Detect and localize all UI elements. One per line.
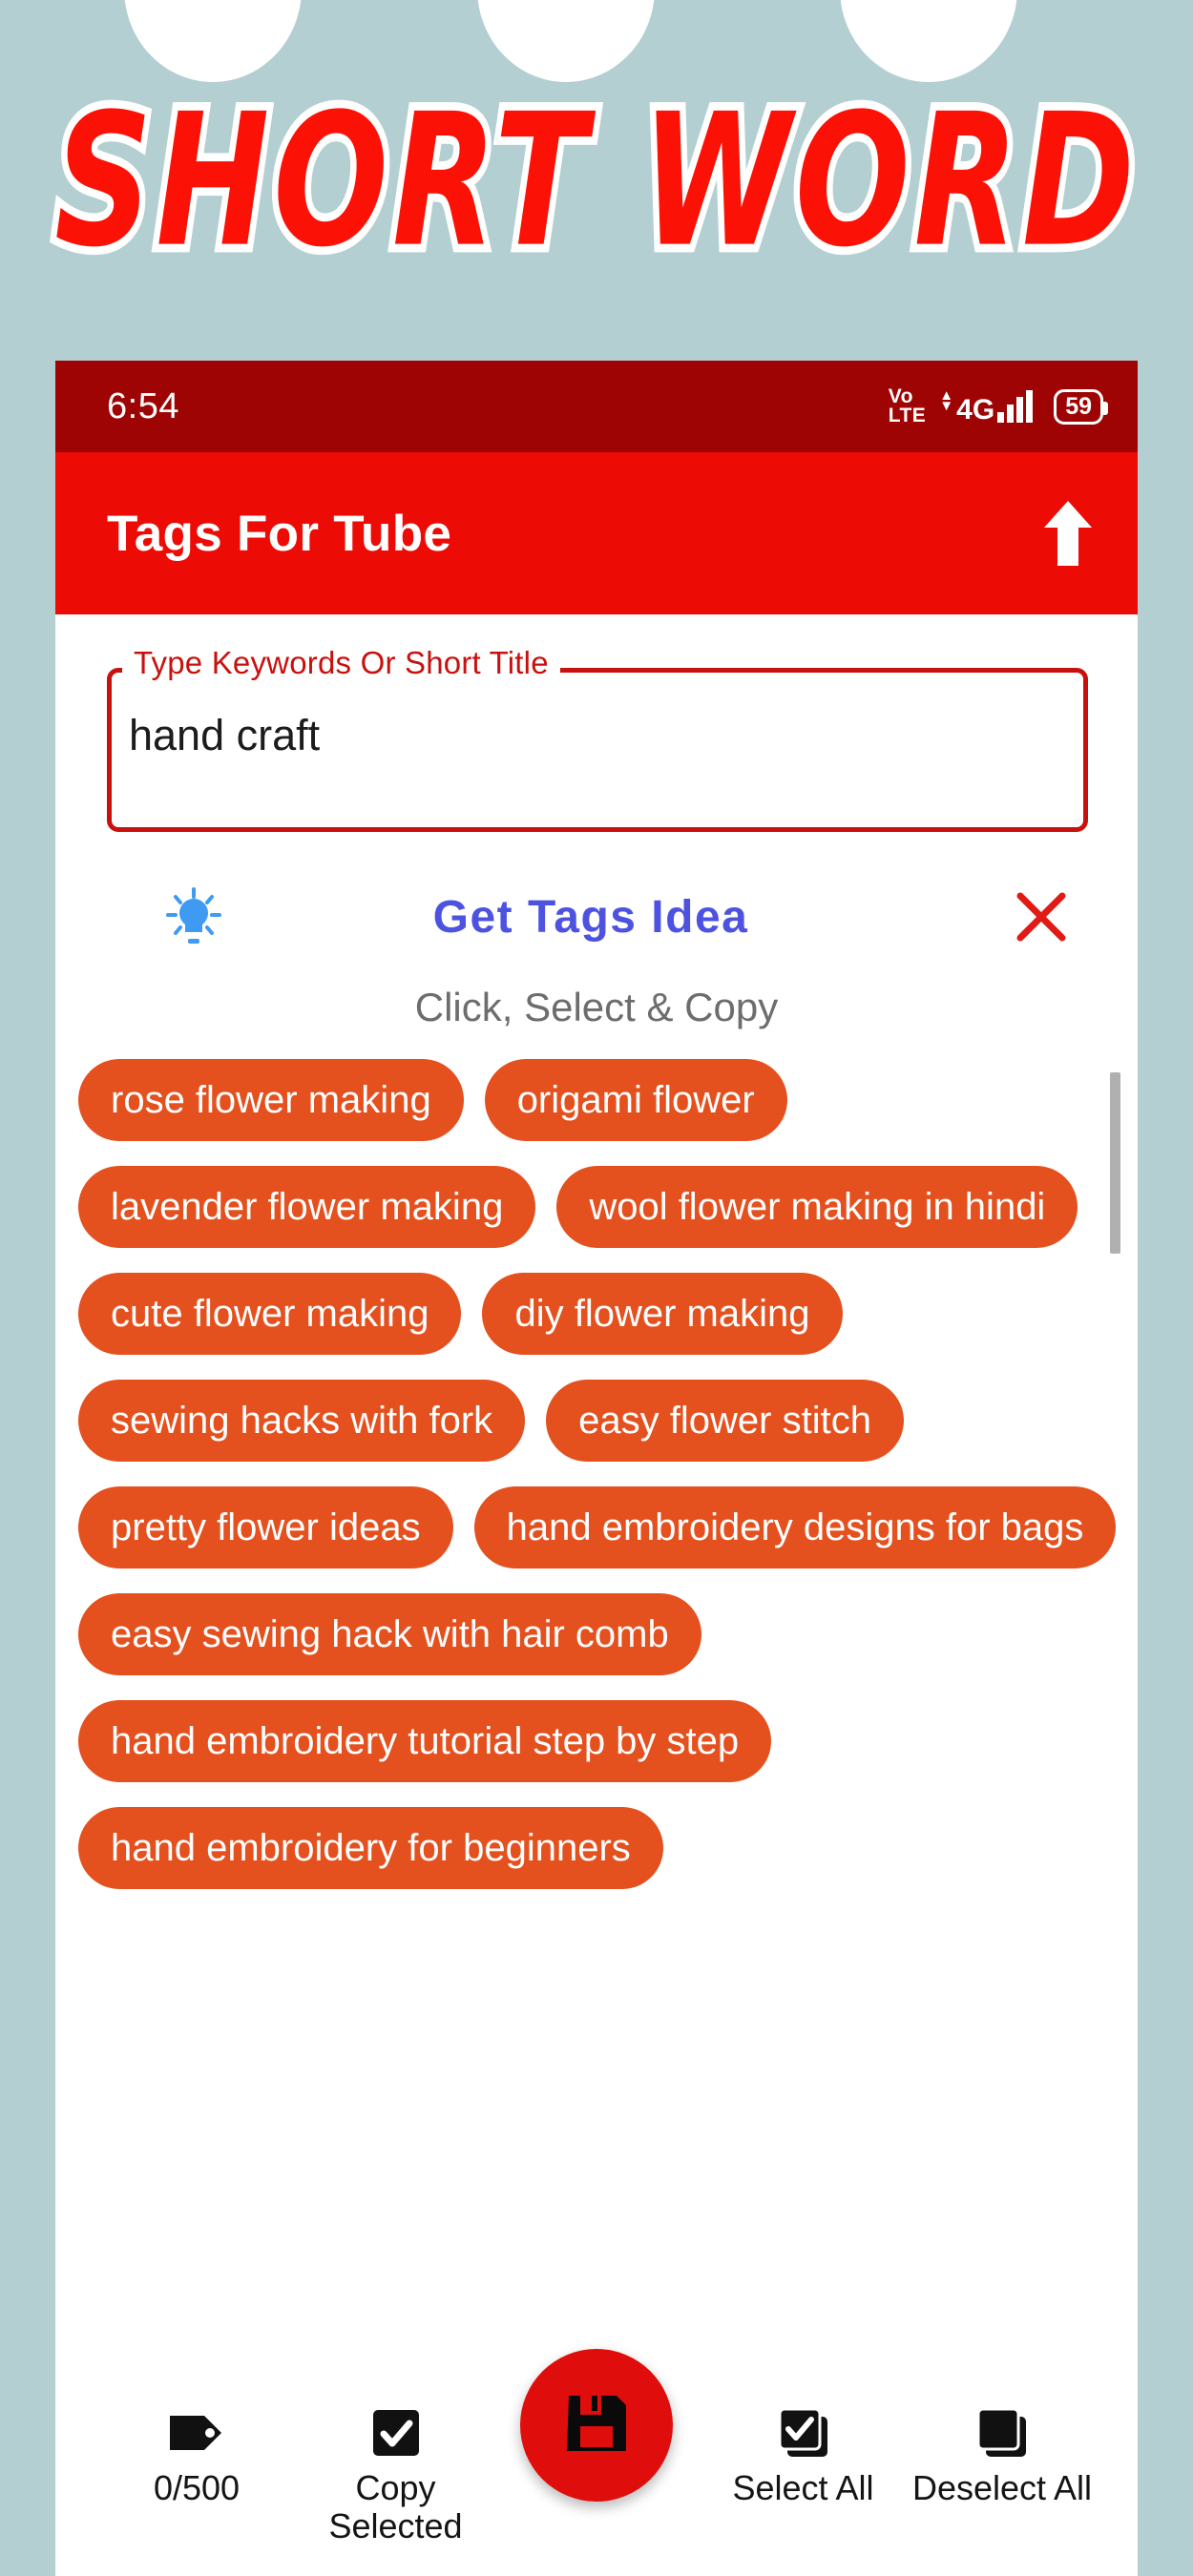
tag-chip[interactable]: rose flower making <box>78 1059 464 1141</box>
banner: SHORT WORD <box>0 74 1193 301</box>
phone-screenshot: 6:54 Vo LTE ▲ ▼ 4G 59 Tags For Tube hand … <box>55 361 1138 2576</box>
tag-chip[interactable]: hand embroidery tutorial step by step <box>78 1700 772 1782</box>
volte-bottom: LTE <box>888 405 927 426</box>
bottom-toolbar: 0/500 Copy Selected Select All Deselect … <box>55 2349 1138 2576</box>
tag-chip[interactable]: hand embroidery designs for bags <box>473 1486 1117 1568</box>
tag-counter-label: 0/500 <box>153 2468 241 2507</box>
copy-selected-button[interactable]: Copy Selected <box>301 2402 492 2546</box>
get-tags-idea-row: Get Tags Idea <box>67 885 1126 948</box>
scallop-circle <box>840 0 1017 82</box>
page-title: Tags For Tube <box>107 505 452 562</box>
tag-chip[interactable]: diy flower making <box>482 1273 843 1355</box>
tag-chip-list: rose flower making origami flower lavend… <box>67 1059 1126 1889</box>
keyword-input[interactable]: hand craft <box>107 668 1088 832</box>
checkbox-checked-icon[interactable] <box>370 2402 422 2463</box>
tag-chip[interactable]: lavender flower making <box>78 1166 536 1248</box>
arrow-up-icon[interactable] <box>1042 499 1094 568</box>
tag-icon <box>168 2402 225 2463</box>
tag-chip[interactable]: origami flower <box>484 1059 787 1141</box>
network-type: 4G <box>956 394 995 426</box>
status-bar: 6:54 Vo LTE ▲ ▼ 4G 59 <box>55 361 1138 452</box>
data-arrows-icon: ▲ ▼ <box>939 387 954 414</box>
floppy-save-icon <box>561 2388 632 2463</box>
vertical-scrollbar[interactable] <box>1110 1072 1120 1254</box>
tag-chip[interactable]: pretty flower ideas <box>78 1486 453 1568</box>
status-time: 6:54 <box>107 385 179 426</box>
tag-chip[interactable]: sewing hacks with fork <box>78 1380 526 1462</box>
volte-icon: Vo LTE <box>888 385 927 426</box>
tag-counter: 0/500 <box>101 2402 292 2507</box>
scallop-circle <box>477 0 655 82</box>
tag-chip[interactable]: easy sewing hack with hair comb <box>78 1593 701 1675</box>
deselect-all-button[interactable]: Deselect All <box>907 2402 1098 2507</box>
status-icons: Vo LTE ▲ ▼ 4G 59 <box>888 385 1108 426</box>
save-button[interactable] <box>520 2349 673 2502</box>
tag-chip[interactable]: cute flower making <box>78 1273 462 1355</box>
deselect-all-label: Deselect All <box>911 2468 1093 2507</box>
close-x-icon[interactable] <box>1014 889 1069 945</box>
banner-title: SHORT WORD <box>49 74 1141 288</box>
battery-icon: 59 <box>1054 388 1108 425</box>
signal-bars-icon <box>997 390 1034 423</box>
network-indicator: ▲ ▼ 4G <box>939 387 1034 426</box>
keyword-label: Type Keywords Or Short Title <box>122 645 560 681</box>
app-bar: Tags For Tube <box>55 452 1138 614</box>
battery-level: 59 <box>1065 392 1092 420</box>
select-all-button[interactable]: Select All <box>708 2402 899 2507</box>
select-all-label: Select All <box>732 2468 874 2507</box>
tag-chip[interactable]: hand embroidery for beginners <box>78 1807 663 1889</box>
scallop-circle <box>124 0 302 82</box>
get-tags-idea-title: Get Tags Idea <box>432 891 749 943</box>
keyword-value[interactable]: hand craft <box>129 711 1083 760</box>
copy-selected-label: Copy Selected <box>328 2468 463 2546</box>
main-content: hand craft Type Keywords Or Short Title <box>55 645 1138 1889</box>
keyword-field[interactable]: hand craft Type Keywords Or Short Title <box>107 645 1088 832</box>
idea-subtitle: Click, Select & Copy <box>414 985 779 1029</box>
deselect-all-icon[interactable] <box>974 2402 1030 2463</box>
select-all-icon[interactable] <box>776 2402 831 2463</box>
tag-chip[interactable]: wool flower making in hindi <box>556 1166 1078 1248</box>
tag-chip[interactable]: easy flower stitch <box>546 1380 904 1462</box>
volte-top: Vo <box>888 385 913 408</box>
